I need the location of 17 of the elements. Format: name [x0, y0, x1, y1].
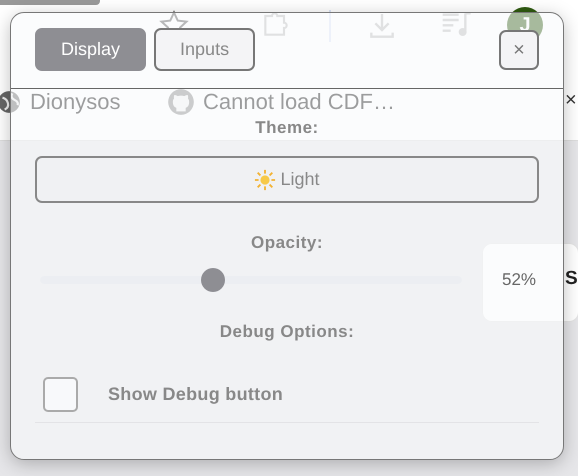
- checkbox[interactable]: [43, 377, 78, 412]
- close-button[interactable]: ×: [499, 30, 539, 70]
- checkbox-label: Show Debug button: [108, 384, 284, 405]
- theme-select[interactable]: Light: [35, 156, 539, 203]
- tab[interactable]: Inputs: [154, 28, 256, 71]
- slider-thumb[interactable]: [201, 268, 226, 292]
- bookmark-item[interactable]: Dionysos: [0, 88, 120, 116]
- card-title: S: [565, 268, 578, 290]
- section-title: Theme:: [255, 117, 319, 139]
- opacity-value: 52%: [502, 270, 536, 290]
- sun-icon: [254, 168, 276, 190]
- tab[interactable]: Display: [35, 28, 146, 71]
- section-title: Opacity:: [250, 232, 324, 254]
- section-title: Debug Options:: [220, 321, 354, 343]
- bookmark-item[interactable]: Cannot load CDF…: [167, 88, 395, 116]
- opacity-slider[interactable]: [40, 268, 462, 292]
- close-icon[interactable]: ×: [565, 88, 577, 112]
